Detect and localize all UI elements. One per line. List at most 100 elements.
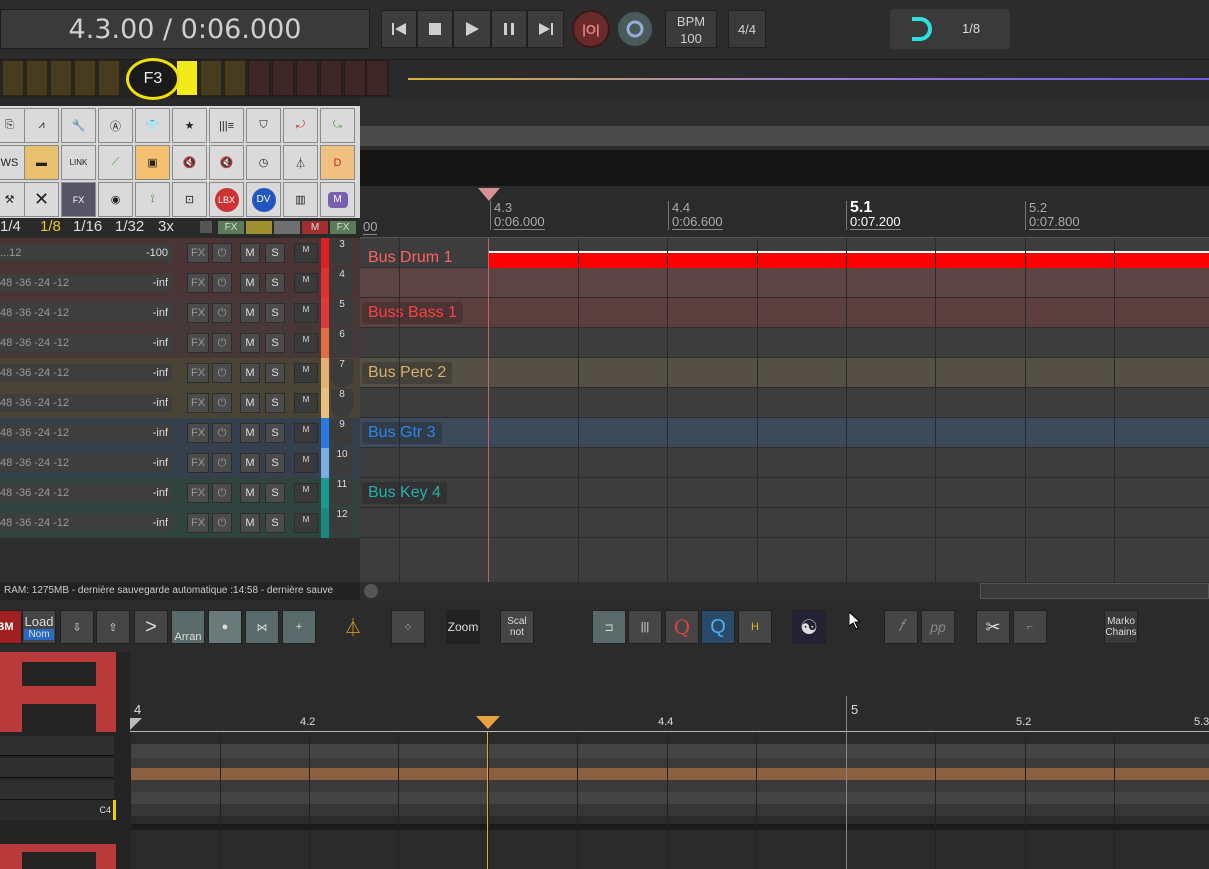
- power-icon[interactable]: ⏻: [212, 363, 232, 383]
- track-volume-meter[interactable]: 48 -36 -24 -12 -inf: [0, 514, 172, 532]
- power-icon[interactable]: ⏻: [212, 243, 232, 263]
- track-midi-button[interactable]: M: [294, 423, 318, 443]
- track-number[interactable]: 4: [331, 269, 353, 297]
- track-fx-button[interactable]: FX: [187, 363, 209, 383]
- power-icon[interactable]: ⏻: [212, 483, 232, 503]
- horizontal-scrollbar[interactable]: [360, 582, 1209, 600]
- mute-speaker2-icon[interactable]: 🔇: [209, 145, 244, 180]
- shield-icon[interactable]: ⛉: [246, 108, 281, 143]
- track-row[interactable]: 48 -36 -24 -12 -inf FX ⏻ M S M 11: [0, 478, 360, 508]
- bars-icon[interactable]: |||: [628, 610, 662, 644]
- track-volume-meter[interactable]: 48 -36 -24 -12 -inf: [0, 304, 172, 322]
- track-number[interactable]: 10: [331, 449, 353, 477]
- power-icon[interactable]: ⏻: [212, 393, 232, 413]
- dots-icon[interactable]: ⁘: [391, 610, 425, 644]
- track-midi-button[interactable]: M: [294, 333, 318, 353]
- note-lane[interactable]: [130, 780, 1209, 792]
- track-midi-button[interactable]: M: [294, 453, 318, 473]
- track-fx-button[interactable]: FX: [187, 513, 209, 533]
- track-row[interactable]: 48 -36 -24 -12 -inf FX ⏻ M S M 10: [0, 448, 360, 478]
- track-number[interactable]: 3: [331, 239, 353, 267]
- track-fx-button[interactable]: FX: [187, 273, 209, 293]
- dv-icon[interactable]: DV: [246, 182, 281, 217]
- note-lane[interactable]: [130, 804, 1209, 816]
- piano-roll-editor[interactable]: 4 4.2 4.4 5 5.2 5.3 :::::::: [130, 652, 1209, 869]
- shirt-icon[interactable]: 👕: [135, 108, 170, 143]
- timer-icon[interactable]: ◷: [246, 145, 281, 180]
- zoom-button[interactable]: Zoom: [446, 610, 480, 644]
- track-row[interactable]: 48 -36 -24 -12 -inf FX ⏻ M S M 12: [0, 508, 360, 538]
- stop-button[interactable]: [417, 10, 453, 48]
- track-mute-button[interactable]: M: [240, 513, 260, 533]
- track-fx-button[interactable]: FX: [187, 333, 209, 353]
- grid-thirtysecond[interactable]: 1/32: [115, 218, 144, 235]
- track-solo-button[interactable]: S: [265, 453, 285, 473]
- bus-label[interactable]: Bus Perc 2: [362, 362, 453, 384]
- track-midi-button[interactable]: M: [294, 273, 318, 293]
- anarchy-icon[interactable]: Ⓐ: [98, 108, 133, 143]
- grid-indicator[interactable]: 1/8: [890, 9, 1010, 49]
- panel-icon[interactable]: ▥: [283, 182, 318, 217]
- track-number[interactable]: 9: [331, 419, 353, 447]
- record-button[interactable]: |O|: [572, 10, 610, 48]
- tray-icon[interactable]: ▬: [24, 145, 59, 180]
- sort-up-icon[interactable]: ⇧: [96, 610, 130, 644]
- velocity-divider[interactable]: [130, 824, 1209, 830]
- track-solo-button[interactable]: S: [265, 303, 285, 323]
- power-icon[interactable]: ⏻: [212, 423, 232, 443]
- track-number[interactable]: 11: [331, 479, 353, 507]
- track-solo-button[interactable]: S: [265, 513, 285, 533]
- speaker-box-icon[interactable]: ⊡: [172, 182, 207, 217]
- fx-toggle-1[interactable]: FX: [218, 221, 244, 234]
- forte-icon[interactable]: 𝑓: [884, 610, 918, 644]
- quantize-blue-icon[interactable]: Q: [701, 610, 735, 644]
- scroll-left-icon[interactable]: [364, 584, 378, 598]
- grid-sixteenth[interactable]: 1/16: [73, 218, 102, 235]
- power-icon[interactable]: ⏻: [212, 273, 232, 293]
- m-badge-icon[interactable]: M: [320, 182, 355, 217]
- go-to-end-button[interactable]: [527, 10, 564, 48]
- piano-key[interactable]: [0, 780, 114, 800]
- track-fx-button[interactable]: FX: [187, 303, 209, 323]
- track-row[interactable]: 48 -36 -24 -12 -inf FX ⏻ M S M 4: [0, 268, 360, 298]
- track-number[interactable]: 8: [331, 389, 353, 417]
- track-solo-button[interactable]: S: [265, 243, 285, 263]
- track-number[interactable]: 6: [331, 329, 353, 357]
- bm-button[interactable]: BM: [0, 610, 22, 644]
- track-number[interactable]: 5: [331, 299, 353, 327]
- track-volume-meter[interactable]: 48 -36 -24 -12 -inf: [0, 454, 172, 472]
- brush-icon[interactable]: ⌐: [1013, 610, 1047, 644]
- chevron-right-icon[interactable]: >: [134, 610, 168, 644]
- track-mute-button[interactable]: M: [240, 273, 260, 293]
- track-solo-button[interactable]: S: [265, 423, 285, 443]
- scissors-icon[interactable]: ✂: [976, 610, 1010, 644]
- bus-label[interactable]: Bus Key 4: [362, 482, 447, 504]
- track-volume-meter[interactable]: 48 -36 -24 -12 -inf: [0, 484, 172, 502]
- piano-key[interactable]: [0, 758, 114, 778]
- lines-icon[interactable]: |||≡: [209, 108, 244, 143]
- scrollbar-thumb[interactable]: [980, 583, 1209, 599]
- track-fx-button[interactable]: FX: [187, 423, 209, 443]
- track-mute-button[interactable]: M: [240, 423, 260, 443]
- close-icon[interactable]: ✕: [24, 182, 59, 217]
- pr-playhead-icon[interactable]: [476, 716, 500, 730]
- arm-icon[interactable]: ⟋: [98, 145, 133, 180]
- note-lane[interactable]: [130, 758, 1209, 768]
- route-red-icon[interactable]: ⤾: [283, 108, 318, 143]
- gray-toggle[interactable]: [274, 221, 300, 234]
- track-volume-meter[interactable]: 48 -36 -24 -12 -inf: [0, 274, 172, 292]
- nodes-icon[interactable]: ⋈: [245, 610, 279, 644]
- resize-handle-icon[interactable]: :::::::: [130, 824, 140, 830]
- track-volume-meter[interactable]: 48 -36 -24 -12 -inf: [0, 364, 172, 382]
- track-fx-button[interactable]: FX: [187, 243, 209, 263]
- track-number[interactable]: 7: [331, 359, 353, 387]
- note-lane[interactable]: [130, 792, 1209, 804]
- track-template-icon[interactable]: ⎘: [0, 108, 27, 143]
- metronome-icon[interactable]: ⏃: [283, 145, 318, 180]
- pause-button[interactable]: [491, 10, 527, 48]
- track-fx-button[interactable]: FX: [187, 393, 209, 413]
- bus-label[interactable]: Bus Gtr 3: [362, 422, 442, 444]
- circle-button-icon[interactable]: ●: [208, 610, 242, 644]
- track-volume-meter[interactable]: 48 -36 -24 -12 -inf: [0, 394, 172, 412]
- play-button[interactable]: [453, 10, 491, 48]
